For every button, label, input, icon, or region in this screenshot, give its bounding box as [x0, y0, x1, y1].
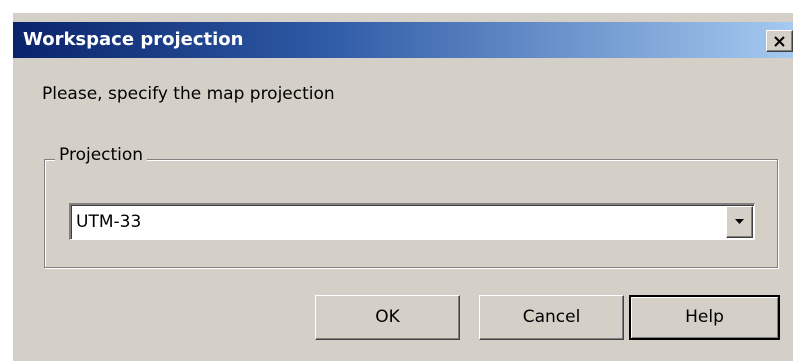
close-icon — [774, 36, 785, 47]
title-bar[interactable]: Workspace projection — [13, 22, 793, 58]
prompt-text: Please, specify the map projection — [42, 84, 335, 104]
chevron-down-icon — [735, 219, 744, 224]
close-button[interactable] — [766, 30, 793, 52]
projection-groupbox: Projection UTM-33 — [44, 145, 778, 268]
projection-group-label: Projection — [55, 145, 148, 165]
projection-dropdown-button[interactable] — [726, 206, 753, 238]
projection-select[interactable]: UTM-33 — [69, 203, 755, 240]
projection-select-value: UTM-33 — [76, 212, 142, 232]
window-title: Workspace projection — [23, 29, 244, 50]
workspace-projection-dialog: Workspace projection Please, specify the… — [12, 12, 793, 361]
help-button[interactable]: Help — [629, 295, 780, 340]
ok-button[interactable]: OK — [315, 295, 460, 340]
cancel-button[interactable]: Cancel — [479, 295, 624, 340]
